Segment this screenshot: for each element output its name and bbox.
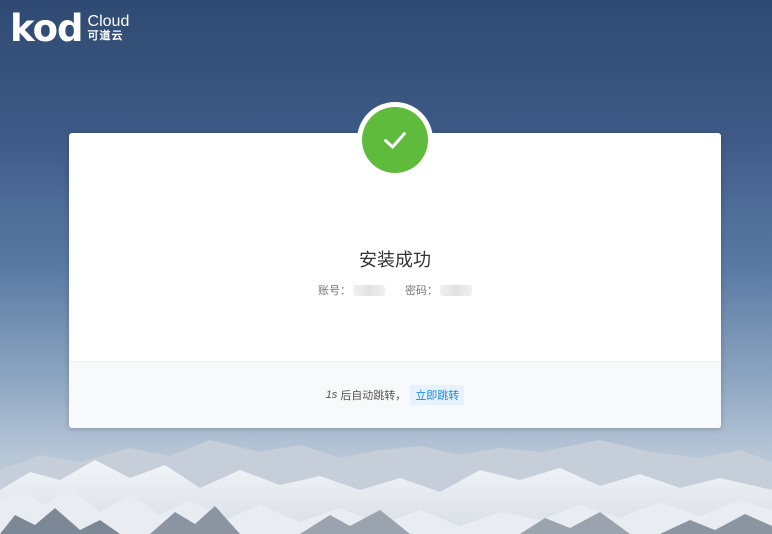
jump-now-button[interactable]: 立即跳转 [410,385,465,405]
logo-wordmark: Cloud 可道云 [88,14,130,42]
kodcloud-logo: kod Cloud 可道云 [10,10,129,47]
countdown-seconds: 1s [325,389,338,401]
install-success-page: kod Cloud 可道云 安装成功 账号： 密码： 1s 后自动跳转， 立即跳… [0,0,772,534]
account-info: 账号： [318,282,385,298]
check-icon [384,132,406,149]
redirect-footer: 1s 后自动跳转， 立即跳转 [69,361,721,428]
password-info: 密码： [405,282,472,298]
account-label: 账号： [318,285,351,297]
logo-chinese-text: 可道云 [87,30,124,43]
credentials-row: 账号： 密码： [69,282,721,298]
success-card: 安装成功 账号： 密码： 1s 后自动跳转， 立即跳转 [69,102,721,428]
account-value-masked [353,284,385,296]
password-label: 密码： [405,285,438,297]
success-badge [357,102,433,178]
password-value-masked [440,284,472,296]
success-title: 安装成功 [359,250,431,270]
redirect-message: 后自动跳转， [340,390,407,402]
logo-mark: kod [10,7,84,50]
success-badge-inner [362,107,428,173]
logo-cloud-text: Cloud [87,13,130,31]
